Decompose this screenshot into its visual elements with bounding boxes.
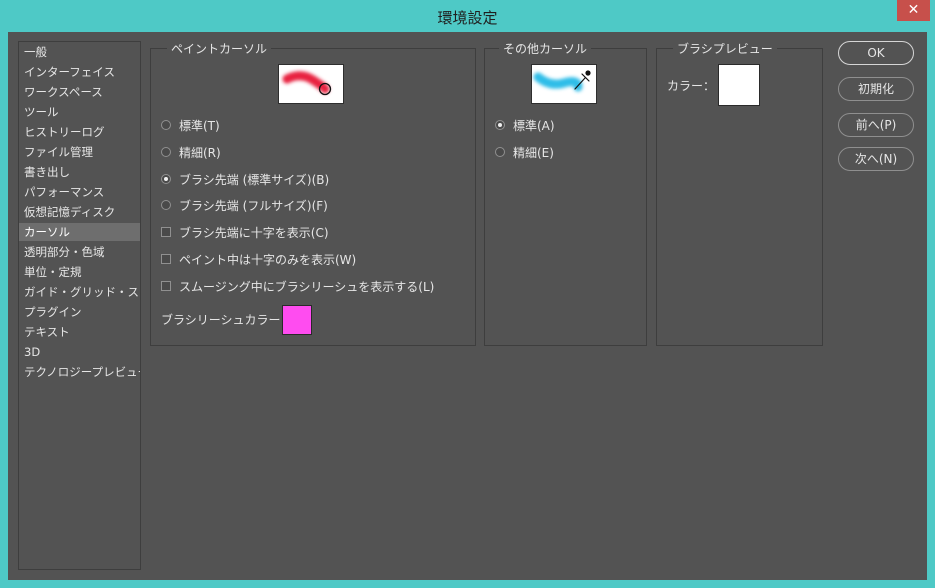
other-cursor-legend: その他カーソル xyxy=(499,40,592,57)
nav-item-tools[interactable]: ツール xyxy=(19,103,140,121)
next-button[interactable]: 次へ(N) xyxy=(838,147,914,171)
nav-item-workspace[interactable]: ワークスペース xyxy=(19,83,140,101)
paint-radio-normal-brush-tip-control[interactable] xyxy=(161,174,171,184)
nav-item-units-rulers[interactable]: 単位・定規 xyxy=(19,263,140,281)
other-radio-standard-control[interactable] xyxy=(495,120,505,130)
nav-item-technology-previews[interactable]: テクノロジープレビュー xyxy=(19,363,140,381)
paint-cursor-preview xyxy=(278,64,344,104)
paint-radio-full-brush-tip-label: ブラシ先端 (フルサイズ)(F) xyxy=(179,199,328,213)
category-list[interactable]: 一般 インターフェイス ワークスペース ツール ヒストリーログ ファイル管理 書… xyxy=(18,41,141,570)
other-cursor-preview xyxy=(531,64,597,104)
nav-item-history-log[interactable]: ヒストリーログ xyxy=(19,123,140,141)
nav-item-scratch-disks[interactable]: 仮想記憶ディスク xyxy=(19,203,140,221)
nav-item-interface[interactable]: インターフェイス xyxy=(19,63,140,81)
checkbox-crosshair-only-while-painting-label: ペイント中は十字のみを表示(W) xyxy=(179,253,357,267)
checkbox-crosshair-only-while-painting-box[interactable] xyxy=(161,254,171,264)
checkbox-show-crosshair-label: ブラシ先端に十字を表示(C) xyxy=(179,226,329,240)
brush-preview-color-label: カラー： xyxy=(667,79,716,93)
nav-item-general[interactable]: 一般 xyxy=(19,43,140,61)
paint-radio-standard-control[interactable] xyxy=(161,120,171,130)
dialog-body: 一般 インターフェイス ワークスペース ツール ヒストリーログ ファイル管理 書… xyxy=(8,32,927,580)
eyedropper-cursor-icon xyxy=(533,70,591,92)
leash-color-swatch[interactable] xyxy=(282,305,312,335)
ok-button[interactable]: OK xyxy=(838,41,914,65)
other-radio-precise-label: 精細(E) xyxy=(513,146,554,160)
paint-radio-standard-label: 標準(T) xyxy=(179,119,220,133)
brush-preview-group: ブラシプレビュー カラー： xyxy=(656,40,823,346)
paint-radio-precise-control[interactable] xyxy=(161,147,171,157)
paint-radio-normal-brush-tip-label: ブラシ先端 (標準サイズ)(B) xyxy=(179,173,330,187)
leash-color-label: ブラシリーシュカラー： xyxy=(161,313,293,327)
nav-item-cursors[interactable]: カーソル xyxy=(19,223,140,241)
paint-cursor-legend: ペイントカーソル xyxy=(167,40,272,57)
close-icon: ✕ xyxy=(907,2,920,18)
brush-stroke-cursor-icon xyxy=(282,71,332,96)
checkbox-show-crosshair-box[interactable] xyxy=(161,227,171,237)
window-title: 環境設定 xyxy=(437,9,498,27)
close-button[interactable]: ✕ xyxy=(897,0,930,21)
nav-item-type[interactable]: テキスト xyxy=(19,323,140,341)
nav-item-transparency-gamut[interactable]: 透明部分・色域 xyxy=(19,243,140,261)
other-radio-standard-label: 標準(A) xyxy=(513,119,555,133)
other-radio-precise-control[interactable] xyxy=(495,147,505,157)
checkbox-show-leash-while-smoothing-box[interactable] xyxy=(161,281,171,291)
paint-radio-precise-label: 精細(R) xyxy=(179,146,221,160)
paint-cursor-group: ペイントカーソル 標準(T) 精細(R) ブラシ先端 (標準サイズ)(B) ブラ… xyxy=(150,40,476,346)
nav-item-performance[interactable]: パフォーマンス xyxy=(19,183,140,201)
prev-button[interactable]: 前へ(P) xyxy=(838,113,914,137)
nav-item-guides-grid-slices[interactable]: ガイド・グリッド・スライス xyxy=(19,283,140,301)
nav-item-plugins[interactable]: プラグイン xyxy=(19,303,140,321)
nav-item-export[interactable]: 書き出し xyxy=(19,163,140,181)
brush-preview-color-swatch[interactable] xyxy=(718,64,760,106)
checkbox-show-leash-while-smoothing-label: スムージング中にブラシリーシュを表示する(L) xyxy=(179,280,435,294)
reset-button[interactable]: 初期化 xyxy=(838,77,914,101)
brush-preview-legend: ブラシプレビュー xyxy=(673,40,777,57)
other-cursor-group: その他カーソル 標準(A) 精細(E) xyxy=(484,40,647,346)
nav-item-3d[interactable]: 3D xyxy=(19,343,140,361)
nav-item-file-handling[interactable]: ファイル管理 xyxy=(19,143,140,161)
title-bar: 環境設定 ✕ xyxy=(0,0,935,32)
paint-radio-full-brush-tip-control[interactable] xyxy=(161,200,171,210)
